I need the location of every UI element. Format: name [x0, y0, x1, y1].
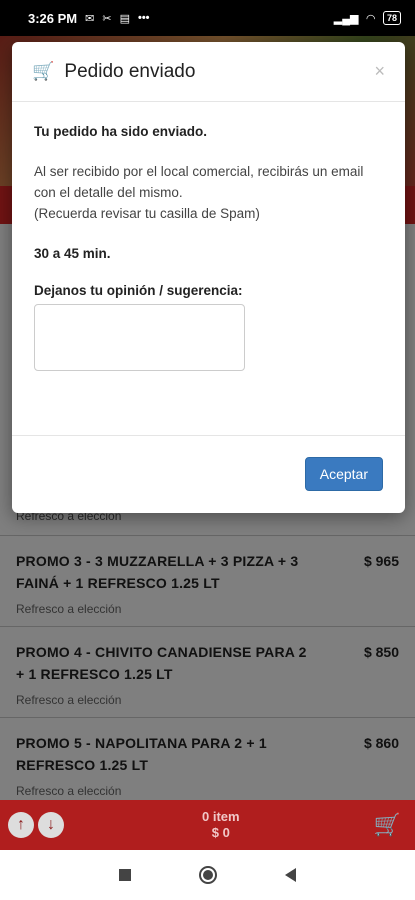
modal-body: Tu pedido ha sido enviado. Al ser recibi…: [12, 102, 405, 436]
wifi-icon: ◠: [366, 12, 375, 25]
battery-icon: 78: [382, 11, 401, 25]
arrow-down-icon[interactable]: ↓: [38, 812, 64, 838]
delivery-time: 30 a 45 min.: [34, 246, 111, 261]
order-sent-heading: Tu pedido ha sido enviado.: [34, 124, 208, 139]
order-message: Al ser recibido por el local comercial, …: [34, 164, 364, 200]
status-bar: 3:26 PM ✉ ✂ ▤ ••• ▂▄▆ ◠ 78: [0, 0, 415, 36]
close-icon[interactable]: ×: [374, 61, 385, 82]
cart-item-count: 0 item: [202, 809, 240, 824]
modal-title: Pedido enviado: [64, 60, 196, 82]
back-button[interactable]: [285, 868, 296, 882]
modal-header: 🛒 Pedido enviado ×: [12, 42, 405, 102]
spam-reminder: (Recuerda revisar tu casilla de Spam): [34, 206, 260, 221]
opinion-label: Dejanos tu opinión / sugerencia:: [34, 283, 243, 298]
tools-icon: ✂: [102, 12, 112, 25]
status-time: 3:26 PM: [28, 10, 78, 26]
recents-button[interactable]: [119, 869, 131, 881]
system-nav-bar: [0, 850, 415, 900]
clipboard-icon: ▤: [119, 12, 130, 25]
cart-total: $ 0: [211, 825, 230, 840]
gmail-icon: ✉: [85, 12, 95, 25]
cart-summary[interactable]: 0 item $ 0: [68, 809, 374, 841]
shopping-cart-icon[interactable]: 🛒: [374, 812, 401, 838]
signal-icon: ▂▄▆: [333, 12, 359, 25]
shopping-cart-icon: 🛒: [32, 61, 55, 81]
accept-button[interactable]: Aceptar: [304, 457, 383, 491]
cart-bar: ↑ ↓ 0 item $ 0 🛒: [0, 800, 415, 850]
order-sent-modal: 🛒 Pedido enviado × Tu pedido ha sido env…: [12, 42, 405, 513]
opinion-input[interactable]: [34, 304, 245, 371]
home-button[interactable]: [199, 866, 217, 884]
modal-footer: Aceptar: [12, 436, 405, 512]
arrow-up-icon[interactable]: ↑: [8, 812, 34, 838]
more-icon: •••: [137, 12, 150, 24]
